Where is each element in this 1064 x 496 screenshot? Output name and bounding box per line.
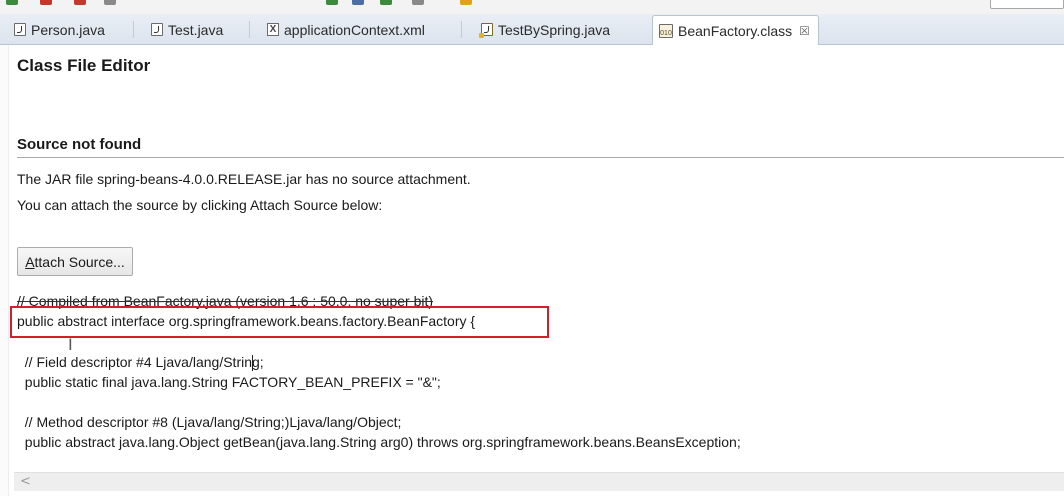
stop-icon[interactable] (40, 0, 52, 5)
debug-icon[interactable] (74, 0, 86, 5)
ibeam-cursor-icon: I (68, 335, 73, 354)
scroll-left-icon[interactable]: < (20, 474, 31, 489)
toolbar-icon[interactable] (352, 0, 364, 5)
xml-file-icon: X (267, 23, 279, 36)
text-caret (252, 355, 253, 371)
toolbar-icon[interactable] (104, 0, 116, 5)
toolbar-icon[interactable] (460, 0, 472, 5)
toolbar-icon[interactable] (412, 0, 424, 5)
run-icon[interactable] (6, 0, 18, 5)
toolbar-strip (0, 0, 1064, 14)
tab-test-by-spring-java[interactable]: TestBySpring.java (479, 15, 611, 44)
java-file-warning-icon (479, 23, 493, 38)
toolbar-icon[interactable] (380, 0, 392, 5)
code-line-field: public static final java.lang.String FAC… (17, 374, 441, 390)
attach-instructions: You can attach the source by clicking At… (17, 197, 383, 213)
editor-gutter (0, 45, 9, 496)
code-line-method: public abstract java.lang.Object getBean… (17, 434, 741, 450)
tab-test-java[interactable]: Test.java (151, 15, 223, 44)
close-icon[interactable]: ☒ (799, 24, 810, 38)
editor-tab-bar: Person.java Test.java X applicationConte… (0, 14, 1064, 46)
java-file-icon (151, 23, 163, 36)
tab-application-context-xml[interactable]: X applicationContext.xml (267, 15, 425, 44)
editor-title: Class File Editor (17, 56, 151, 75)
java-file-icon (14, 23, 26, 36)
button-mnemonic: A (25, 253, 35, 270)
toolbar-icon[interactable] (326, 0, 338, 5)
code-line-field-descriptor: // Field descriptor #4 Ljava/lang/String… (17, 354, 264, 370)
quick-access-field[interactable] (990, 0, 1064, 9)
code-line-interface-declaration: public abstract interface org.springfram… (17, 313, 476, 329)
tab-label: TestBySpring.java (498, 21, 611, 38)
tab-bean-factory-class[interactable]: 010 BeanFactory.class ☒ (652, 15, 819, 46)
section-title: Source not found (17, 136, 142, 153)
tab-label: BeanFactory.class (678, 23, 793, 39)
button-label: ttach Source... (34, 253, 125, 270)
tab-person-java[interactable]: Person.java (14, 15, 105, 44)
attach-source-button[interactable]: Attach Source... (17, 247, 133, 276)
section-divider (17, 157, 1064, 158)
tab-label: Person.java (31, 21, 105, 38)
class-file-icon: 010 (659, 24, 673, 38)
horizontal-scrollbar[interactable]: < (14, 472, 1064, 491)
code-line-method-descriptor: // Method descriptor #8 (Ljava/lang/Stri… (17, 414, 402, 430)
tab-label: applicationContext.xml (284, 21, 425, 38)
tab-label: Test.java (168, 21, 224, 38)
code-line-compiled-from: // Compiled from BeanFactory.java (versi… (17, 293, 434, 309)
jar-message: The JAR file spring-beans-4.0.0.RELEASE.… (17, 171, 471, 187)
